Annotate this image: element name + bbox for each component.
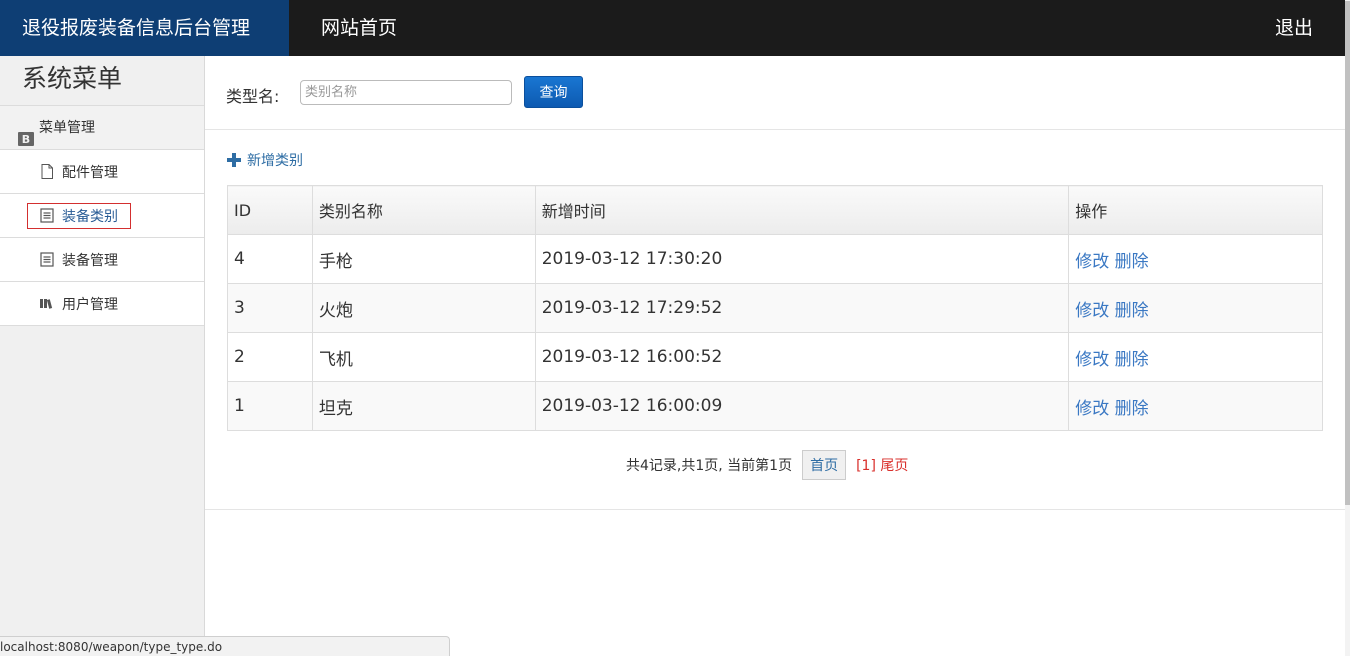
sidebar-item-label: 用户管理 — [62, 296, 118, 313]
cell-actions: 修改 删除 — [1068, 381, 1323, 431]
cell-actions: 修改 删除 — [1068, 234, 1323, 284]
edit-link[interactable]: 修改 — [1075, 252, 1109, 272]
list-icon — [40, 252, 54, 267]
column-header-id: ID — [227, 185, 313, 235]
list-icon — [40, 208, 54, 223]
cell-name: 火炮 — [311, 283, 536, 333]
sidebar-item-equipment-type[interactable]: 装备类别 — [0, 194, 204, 238]
search-label: 类型名: — [226, 87, 280, 106]
table-row: 2 飞机 2019-03-12 16:00:52 修改 删除 — [227, 332, 1323, 382]
sidebar-title: 系统菜单 — [0, 56, 204, 106]
sidebar-item-users[interactable]: 用户管理 — [0, 282, 204, 326]
table-row: 1 坦克 2019-03-12 16:00:09 修改 删除 — [227, 381, 1323, 431]
edit-link[interactable]: 修改 — [1075, 301, 1109, 321]
delete-link[interactable]: 删除 — [1115, 252, 1149, 272]
cell-time: 2019-03-12 17:29:52 — [534, 283, 1070, 333]
first-page-button[interactable]: 首页 — [802, 450, 847, 480]
cell-id: 3 — [227, 283, 313, 333]
logout-link[interactable]: 退出 — [1275, 0, 1313, 56]
add-category-label: 新增类别 — [247, 153, 303, 169]
book-icon — [40, 296, 54, 311]
sidebar-item-equipment[interactable]: 装备管理 — [0, 238, 204, 282]
sidebar-item-label: 配件管理 — [62, 164, 118, 181]
edit-link[interactable]: 修改 — [1075, 350, 1109, 370]
table-row: 3 火炮 2019-03-12 17:29:52 修改 删除 — [227, 283, 1323, 333]
active-item-highlight[interactable]: 装备类别 — [27, 202, 131, 229]
delete-link[interactable]: 删除 — [1115, 301, 1149, 321]
delete-link[interactable]: 删除 — [1115, 399, 1149, 419]
sidebar-item-label: 装备管理 — [62, 252, 118, 269]
menu-group-label: 菜单管理 — [39, 119, 95, 136]
top-navbar: 退役报废装备信息后台管理 网站首页 退出 — [0, 0, 1345, 56]
svg-text:B: B — [22, 133, 30, 146]
nav-home-link[interactable]: 网站首页 — [321, 0, 397, 56]
scrollbar-thumb[interactable] — [1345, 1, 1350, 505]
cell-id: 2 — [227, 332, 313, 382]
sidebar: 系统菜单 B 菜单管理 配件管理 装备类别 装备管理 用户管理 — [0, 56, 205, 656]
brand-title[interactable]: 退役报废装备信息后台管理 — [0, 0, 289, 56]
add-category-link[interactable]: 新增类别 — [227, 150, 303, 170]
content-divider — [205, 509, 1345, 510]
cell-name: 手枪 — [311, 234, 536, 284]
pagination: 共4记录,共1页, 当前第1页 首页 [1] 尾页 — [626, 450, 908, 480]
cell-actions: 修改 删除 — [1068, 283, 1323, 333]
page-links[interactable]: [1] 尾页 — [856, 455, 908, 475]
cell-id: 4 — [227, 234, 313, 284]
browser-status-url: localhost:8080/weapon/type_type.do — [0, 636, 450, 656]
bootstrap-icon: B — [18, 121, 34, 146]
plus-icon — [227, 153, 241, 167]
table-row: 4 手枪 2019-03-12 17:30:20 修改 删除 — [227, 234, 1323, 284]
column-header-name: 类别名称 — [311, 185, 536, 235]
pagination-summary: 共4记录,共1页, 当前第1页 — [626, 458, 793, 474]
search-button[interactable]: 查询 — [524, 76, 583, 108]
sidebar-item-label: 装备类别 — [62, 208, 118, 225]
cell-name: 飞机 — [311, 332, 536, 382]
sidebar-item-parts[interactable]: 配件管理 — [0, 150, 204, 194]
type-name-search-input[interactable] — [300, 80, 512, 105]
cell-id: 1 — [227, 381, 313, 431]
column-header-actions: 操作 — [1068, 185, 1323, 235]
table-header-row: ID 类别名称 新增时间 操作 — [227, 185, 1323, 235]
column-header-time: 新增时间 — [534, 185, 1070, 235]
cell-time: 2019-03-12 16:00:52 — [534, 332, 1070, 382]
cell-time: 2019-03-12 16:00:09 — [534, 381, 1070, 431]
search-bar: 类型名: 查询 — [205, 56, 1345, 130]
cell-time: 2019-03-12 17:30:20 — [534, 234, 1070, 284]
cell-actions: 修改 删除 — [1068, 332, 1323, 382]
delete-link[interactable]: 删除 — [1115, 350, 1149, 370]
cell-name: 坦克 — [311, 381, 536, 431]
menu-group-header[interactable]: B 菜单管理 — [0, 106, 204, 150]
edit-link[interactable]: 修改 — [1075, 399, 1109, 419]
category-table: ID 类别名称 新增时间 操作 4 手枪 2019-03-12 17:30:20… — [227, 185, 1323, 431]
file-icon — [40, 164, 54, 179]
